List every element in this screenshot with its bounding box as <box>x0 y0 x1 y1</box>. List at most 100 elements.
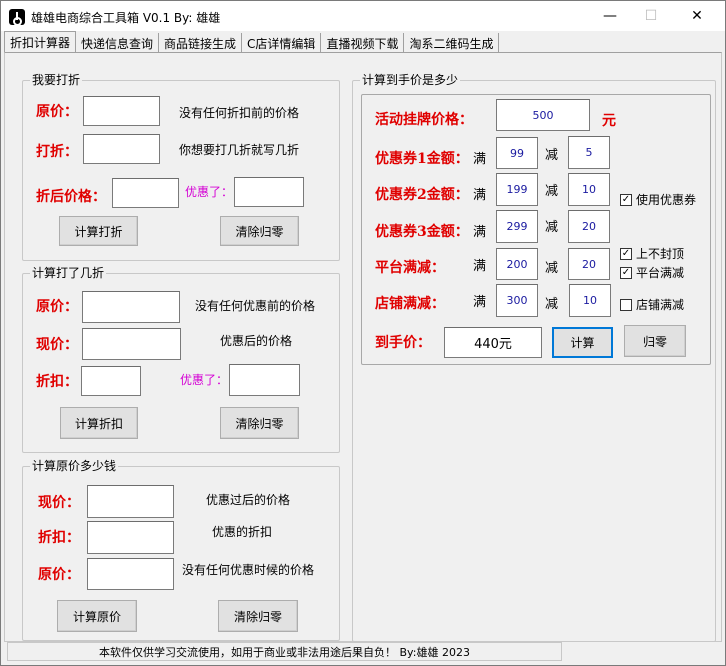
group-apply-discount: 我要打折 原价： 没有任何折扣前的价格 打折： 你想要打几折就写几折 折后价格：… <box>22 72 340 261</box>
tab-taobao-qrcode[interactable]: 淘系二维码生成 <box>404 33 500 53</box>
price-label: 原价： <box>36 104 78 120</box>
coupon1-label: 优惠券1金额： <box>375 151 469 167</box>
saved-label: 优惠了： <box>180 373 229 387</box>
now-price-hint: 优惠过后的价格 <box>206 493 291 507</box>
list-price-input[interactable]: 500 <box>496 99 590 131</box>
price-input[interactable] <box>83 96 160 126</box>
after-price-input[interactable] <box>112 178 179 208</box>
platform-full-input[interactable]: 200 <box>496 248 538 280</box>
now-price-label: 现价： <box>38 495 80 511</box>
orig-price-label: 原价： <box>38 567 80 583</box>
app-window: 雄雄电商综合工具箱 V0.1 By: 雄雄 — ☐ ✕ 折扣计算器 快递信息查询… <box>0 0 726 666</box>
group-calc-original: 计算原价多少钱 现价： 优惠过后的价格 折扣： 优惠的折扣 原价： 没有任何优惠… <box>22 458 340 641</box>
clear-button[interactable]: 清除归零 <box>220 216 299 246</box>
final-price-panel: 活动挂牌价格： 500 元 优惠券1金额： 满 99 减 5 优惠券2金额： 满… <box>361 94 711 365</box>
orig-price-hint: 没有任何优惠前的价格 <box>195 299 316 313</box>
tab-page-discount: 我要打折 原价： 没有任何折扣前的价格 打折： 你想要打几折就写几折 折后价格：… <box>4 52 722 642</box>
platform-full-label: 满 <box>473 259 487 274</box>
group-calc-rate: 计算打了几折 原价： 没有任何优惠前的价格 现价： 优惠后的价格 折扣： 优惠了… <box>22 265 340 453</box>
platform-discount-checkbox[interactable]: ✓ 平台满减 <box>620 264 684 281</box>
now-price-input[interactable] <box>82 328 181 360</box>
after-price-label: 折后价格： <box>36 189 106 205</box>
close-button[interactable]: ✕ <box>674 1 720 31</box>
coupon2-minus-input[interactable]: 10 <box>568 173 610 206</box>
status-text: 本软件仅供学习交流使用，如用于商业或非法用途后果自负！ By:雄雄 2023 <box>7 642 562 661</box>
shop-label: 店铺满减： <box>375 296 445 312</box>
platform-minus-input[interactable]: 20 <box>568 248 610 280</box>
now-price-label: 现价： <box>36 337 78 353</box>
coupon3-full-input[interactable]: 299 <box>496 210 538 243</box>
window-title: 雄雄电商综合工具箱 V0.1 By: 雄雄 <box>31 11 221 25</box>
coupon2-minus-label: 减 <box>545 184 559 199</box>
final-price-output[interactable]: 440元 <box>444 327 542 358</box>
clear-button[interactable]: 清除归零 <box>220 407 299 439</box>
checkbox-unchecked-icon <box>620 298 632 311</box>
tab-discount-calculator[interactable]: 折扣计算器 <box>4 31 77 53</box>
calc-discount-button[interactable]: 计算打折 <box>59 216 138 246</box>
coupon3-full-label: 满 <box>473 225 487 240</box>
no-cap-checkbox[interactable]: ✓ 上不封顶 <box>620 245 684 262</box>
platform-label: 平台满减： <box>375 260 445 276</box>
shop-minus-input[interactable]: 10 <box>569 284 611 317</box>
group-title: 计算到手价是多少 <box>360 72 461 88</box>
coupon2-full-input[interactable]: 199 <box>496 173 538 206</box>
checkbox-checked-icon: ✓ <box>620 266 632 279</box>
group-title: 我要打折 <box>30 72 83 88</box>
coupon2-label: 优惠券2金额： <box>375 187 469 203</box>
now-price-input[interactable] <box>87 485 174 518</box>
rate-label: 折扣： <box>36 374 78 390</box>
rate-label: 打折： <box>36 144 78 160</box>
clear-button[interactable]: 清除归零 <box>218 600 298 632</box>
rate-hint: 你想要打几折就写几折 <box>179 143 300 157</box>
coupon1-full-label: 满 <box>473 152 487 167</box>
shop-full-input[interactable]: 300 <box>496 284 538 317</box>
coupon2-full-label: 满 <box>473 188 487 203</box>
now-price-hint: 优惠后的价格 <box>220 334 293 348</box>
calc-original-button[interactable]: 计算原价 <box>57 600 137 632</box>
platform-minus-label: 减 <box>545 261 559 276</box>
orig-price-input[interactable] <box>87 558 174 590</box>
orig-price-hint: 没有任何优惠时候的价格 <box>182 563 315 577</box>
rate-result-input[interactable] <box>81 366 141 396</box>
app-logo-icon <box>9 9 25 26</box>
minimize-button[interactable]: — <box>587 1 633 31</box>
use-coupon-label: 使用优惠券 <box>636 193 697 207</box>
use-coupon-checkbox[interactable]: ✓ 使用优惠券 <box>620 191 696 208</box>
checkbox-checked-icon: ✓ <box>620 247 632 260</box>
coupon1-minus-input[interactable]: 5 <box>568 136 610 169</box>
saved-label: 优惠了： <box>185 185 234 199</box>
tab-product-link[interactable]: 商品链接生成 <box>159 33 243 53</box>
shop-discount-label: 店铺满减 <box>636 298 685 312</box>
shop-discount-checkbox[interactable]: 店铺满减 <box>620 296 684 313</box>
unit-label: 元 <box>602 113 616 129</box>
tab-express-query[interactable]: 快递信息查询 <box>76 33 160 53</box>
calc-rate-button[interactable]: 计算折扣 <box>60 407 138 439</box>
no-cap-label: 上不封顶 <box>636 247 685 261</box>
calc-final-button[interactable]: 计算 <box>552 327 613 358</box>
tab-strip: 折扣计算器 快递信息查询 商品链接生成 C店详情编辑 直播视频下载 淘系二维码生… <box>4 31 724 53</box>
price-hint: 没有任何折扣前的价格 <box>179 106 300 120</box>
orig-price-input[interactable] <box>82 291 180 323</box>
rate-input[interactable] <box>87 521 174 554</box>
coupon3-minus-label: 减 <box>545 220 559 235</box>
coupon1-full-input[interactable]: 99 <box>496 137 538 169</box>
rate-hint: 优惠的折扣 <box>212 525 273 539</box>
maximize-button[interactable]: ☐ <box>628 1 674 31</box>
group-final-price: 计算到手价是多少 活动挂牌价格： 500 元 优惠券1金额： 满 99 减 5 … <box>352 72 716 642</box>
tab-live-video-download[interactable]: 直播视频下载 <box>321 33 405 53</box>
shop-full-label: 满 <box>473 295 487 310</box>
tab-c-shop-detail[interactable]: C店详情编辑 <box>242 33 322 53</box>
group-title: 计算打了几折 <box>30 265 107 281</box>
list-price-label: 活动挂牌价格： <box>375 112 473 128</box>
checkbox-checked-icon: ✓ <box>620 193 632 206</box>
status-bar: 本软件仅供学习交流使用，如用于商业或非法用途后果自负！ By:雄雄 2023 <box>4 642 722 662</box>
shop-minus-label: 减 <box>545 297 559 312</box>
title-bar: 雄雄电商综合工具箱 V0.1 By: 雄雄 — ☐ ✕ <box>1 1 725 31</box>
coupon1-minus-label: 减 <box>545 148 559 163</box>
final-price-label: 到手价： <box>375 335 431 351</box>
rate-input[interactable] <box>83 134 160 164</box>
clear-final-button[interactable]: 归零 <box>624 325 686 357</box>
coupon3-minus-input[interactable]: 20 <box>568 210 610 243</box>
saved-input[interactable] <box>234 177 304 207</box>
saved-input[interactable] <box>229 364 300 396</box>
